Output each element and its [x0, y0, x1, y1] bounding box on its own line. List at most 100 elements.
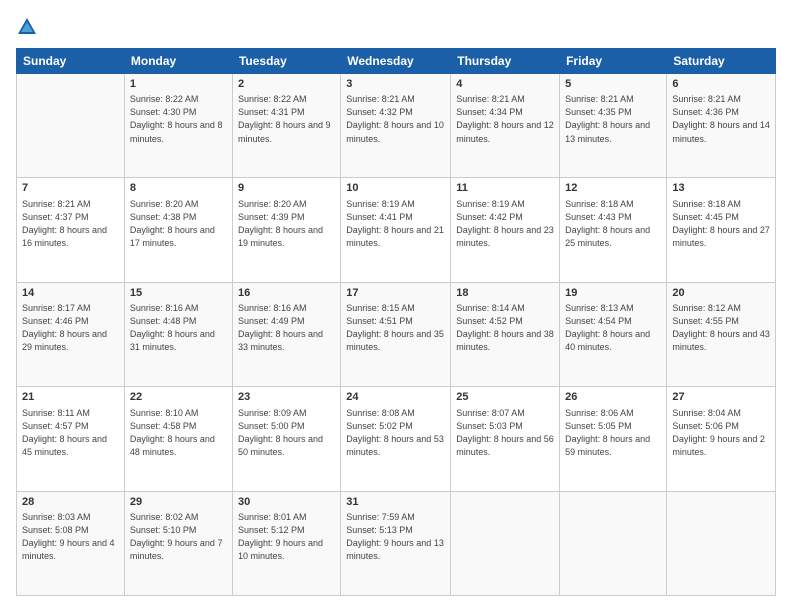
day-number: 28 [22, 495, 119, 510]
day-info: Sunrise: 8:17 AMSunset: 4:46 PMDaylight:… [22, 302, 119, 354]
day-number: 18 [456, 286, 554, 301]
day-info: Sunrise: 8:20 AMSunset: 4:39 PMDaylight:… [238, 198, 335, 250]
calendar-cell: 31Sunrise: 7:59 AMSunset: 5:13 PMDayligh… [341, 491, 451, 595]
day-number: 19 [565, 286, 661, 301]
calendar-body: 1Sunrise: 8:22 AMSunset: 4:30 PMDaylight… [17, 74, 776, 596]
day-info: Sunrise: 8:21 AMSunset: 4:32 PMDaylight:… [346, 93, 445, 145]
calendar-header: SundayMondayTuesdayWednesdayThursdayFrid… [17, 49, 776, 74]
day-info: Sunrise: 8:06 AMSunset: 5:05 PMDaylight:… [565, 407, 661, 459]
calendar-cell: 22 Sunrise: 8:10 AMSunset: 4:58 PMDayligh… [124, 387, 232, 491]
weekday-header-tuesday: Tuesday [232, 49, 340, 74]
calendar-cell [667, 491, 776, 595]
day-info: Sunrise: 8:19 AMSunset: 4:41 PMDaylight:… [346, 198, 445, 250]
day-info: Sunrise: 8:18 AMSunset: 4:43 PMDaylight:… [565, 198, 661, 250]
weekday-header-thursday: Thursday [451, 49, 560, 74]
logo-icon [16, 16, 38, 38]
day-info: Sunrise: 8:11 AMSunset: 4:57 PMDaylight:… [22, 407, 119, 459]
calendar-cell: 18Sunrise: 8:14 AMSunset: 4:52 PMDayligh… [451, 282, 560, 386]
day-number: 27 [672, 390, 770, 405]
day-info: Sunrise: 8:07 AMSunset: 5:03 PMDaylight:… [456, 407, 554, 459]
calendar-cell: 6Sunrise: 8:21 AMSunset: 4:36 PMDaylight… [667, 74, 776, 178]
calendar-cell: 25 Sunrise: 8:07 AMSunset: 5:03 PMDayligh… [451, 387, 560, 491]
calendar-cell: 4Sunrise: 8:21 AMSunset: 4:34 PMDaylight… [451, 74, 560, 178]
day-info: Sunrise: 8:16 AMSunset: 4:48 PMDaylight:… [130, 302, 227, 354]
day-number: 21 [22, 390, 119, 405]
day-number: 29 [130, 495, 227, 510]
calendar-cell: 13Sunrise: 8:18 AMSunset: 4:45 PMDayligh… [667, 178, 776, 282]
calendar-week-1: 1Sunrise: 8:22 AMSunset: 4:30 PMDaylight… [17, 74, 776, 178]
calendar-cell [560, 491, 667, 595]
calendar-cell: 8 Sunrise: 8:20 AMSunset: 4:38 PMDaylight… [124, 178, 232, 282]
day-number: 11 [456, 181, 554, 196]
day-info: Sunrise: 8:16 AMSunset: 4:49 PMDaylight:… [238, 302, 335, 354]
calendar-cell: 26 Sunrise: 8:06 AMSunset: 5:05 PMDayligh… [560, 387, 667, 491]
weekday-header-friday: Friday [560, 49, 667, 74]
day-info: Sunrise: 8:22 AMSunset: 4:30 PMDaylight:… [130, 93, 227, 145]
calendar-cell: 20Sunrise: 8:12 AMSunset: 4:55 PMDayligh… [667, 282, 776, 386]
day-info: Sunrise: 8:04 AMSunset: 5:06 PMDaylight:… [672, 407, 770, 459]
day-number: 26 [565, 390, 661, 405]
day-info: Sunrise: 8:01 AMSunset: 5:12 PMDaylight:… [238, 511, 335, 563]
day-info: Sunrise: 8:19 AMSunset: 4:42 PMDaylight:… [456, 198, 554, 250]
day-number: 9 [238, 181, 335, 196]
day-number: 16 [238, 286, 335, 301]
day-number: 22 [130, 390, 227, 405]
calendar-cell: 24 Sunrise: 8:08 AMSunset: 5:02 PMDayligh… [341, 387, 451, 491]
day-number: 14 [22, 286, 119, 301]
weekday-header-wednesday: Wednesday [341, 49, 451, 74]
day-number: 24 [346, 390, 445, 405]
day-info: Sunrise: 8:20 AMSunset: 4:38 PMDaylight:… [130, 198, 227, 250]
day-number: 10 [346, 181, 445, 196]
day-number: 31 [346, 495, 445, 510]
calendar-cell: 14Sunrise: 8:17 AMSunset: 4:46 PMDayligh… [17, 282, 125, 386]
calendar-week-4: 21 Sunrise: 8:11 AMSunset: 4:57 PMDayligh… [17, 387, 776, 491]
day-number: 15 [130, 286, 227, 301]
day-number: 20 [672, 286, 770, 301]
day-number: 2 [238, 77, 335, 92]
calendar-cell: 7Sunrise: 8:21 AMSunset: 4:37 PMDaylight… [17, 178, 125, 282]
day-number: 7 [22, 181, 119, 196]
day-number: 23 [238, 390, 335, 405]
day-info: Sunrise: 8:10 AMSunset: 4:58 PMDaylight:… [130, 407, 227, 459]
day-info: Sunrise: 8:08 AMSunset: 5:02 PMDaylight:… [346, 407, 445, 459]
calendar-cell: 15Sunrise: 8:16 AMSunset: 4:48 PMDayligh… [124, 282, 232, 386]
logo [16, 16, 42, 38]
calendar-cell: 9 Sunrise: 8:20 AMSunset: 4:39 PMDaylight… [232, 178, 340, 282]
calendar-cell: 17Sunrise: 8:15 AMSunset: 4:51 PMDayligh… [341, 282, 451, 386]
calendar-cell: 21 Sunrise: 8:11 AMSunset: 4:57 PMDayligh… [17, 387, 125, 491]
calendar-cell: 23 Sunrise: 8:09 AMSunset: 5:00 PMDayligh… [232, 387, 340, 491]
day-info: Sunrise: 8:02 AMSunset: 5:10 PMDaylight:… [130, 511, 227, 563]
calendar-cell [451, 491, 560, 595]
day-number: 8 [130, 181, 227, 196]
calendar-cell: 2Sunrise: 8:22 AMSunset: 4:31 PMDaylight… [232, 74, 340, 178]
day-number: 5 [565, 77, 661, 92]
calendar-cell: 12 Sunrise: 8:18 AMSunset: 4:43 PMDayligh… [560, 178, 667, 282]
calendar-week-2: 7Sunrise: 8:21 AMSunset: 4:37 PMDaylight… [17, 178, 776, 282]
day-number: 6 [672, 77, 770, 92]
day-info: Sunrise: 8:13 AMSunset: 4:54 PMDaylight:… [565, 302, 661, 354]
day-info: Sunrise: 8:21 AMSunset: 4:36 PMDaylight:… [672, 93, 770, 145]
weekday-header-monday: Monday [124, 49, 232, 74]
day-info: Sunrise: 8:12 AMSunset: 4:55 PMDaylight:… [672, 302, 770, 354]
weekday-header-sunday: Sunday [17, 49, 125, 74]
calendar-cell: 19Sunrise: 8:13 AMSunset: 4:54 PMDayligh… [560, 282, 667, 386]
weekday-header-saturday: Saturday [667, 49, 776, 74]
calendar-cell: 29Sunrise: 8:02 AMSunset: 5:10 PMDayligh… [124, 491, 232, 595]
day-info: Sunrise: 8:09 AMSunset: 5:00 PMDaylight:… [238, 407, 335, 459]
day-number: 4 [456, 77, 554, 92]
calendar-cell: 5Sunrise: 8:21 AMSunset: 4:35 PMDaylight… [560, 74, 667, 178]
day-number: 12 [565, 181, 661, 196]
calendar-cell: 27 Sunrise: 8:04 AMSunset: 5:06 PMDayligh… [667, 387, 776, 491]
day-number: 1 [130, 77, 227, 92]
calendar-cell: 3Sunrise: 8:21 AMSunset: 4:32 PMDaylight… [341, 74, 451, 178]
calendar-cell: 1Sunrise: 8:22 AMSunset: 4:30 PMDaylight… [124, 74, 232, 178]
day-number: 30 [238, 495, 335, 510]
day-info: Sunrise: 8:14 AMSunset: 4:52 PMDaylight:… [456, 302, 554, 354]
calendar-cell: 16Sunrise: 8:16 AMSunset: 4:49 PMDayligh… [232, 282, 340, 386]
calendar-cell: 10 Sunrise: 8:19 AMSunset: 4:41 PMDayligh… [341, 178, 451, 282]
day-number: 25 [456, 390, 554, 405]
day-number: 3 [346, 77, 445, 92]
day-number: 17 [346, 286, 445, 301]
calendar-cell: 28Sunrise: 8:03 AMSunset: 5:08 PMDayligh… [17, 491, 125, 595]
day-info: Sunrise: 8:15 AMSunset: 4:51 PMDaylight:… [346, 302, 445, 354]
